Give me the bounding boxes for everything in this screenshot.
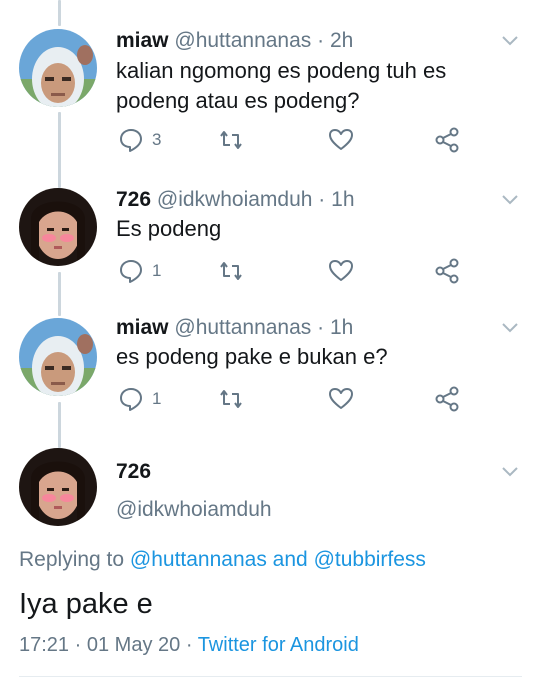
separator: · xyxy=(317,29,325,52)
tweet-text: kalian ngomong es podeng tuh es podeng a… xyxy=(116,58,447,113)
separator: · xyxy=(318,188,326,211)
retweet-icon xyxy=(218,258,244,284)
reply-count: 1 xyxy=(152,261,162,280)
tweet-time[interactable]: 17:21 xyxy=(19,634,69,656)
retweet-icon xyxy=(218,127,244,153)
timestamp[interactable]: 1h xyxy=(330,316,353,339)
retweet-icon xyxy=(218,386,244,412)
reply-icon xyxy=(118,258,144,284)
tweet-text: Iya pake e xyxy=(19,588,153,620)
timestamp[interactable]: 1h xyxy=(331,188,354,211)
reply-button[interactable]: 1 xyxy=(118,384,161,414)
like-button[interactable] xyxy=(328,384,354,414)
client-link[interactable]: Twitter for Android xyxy=(198,634,359,656)
tweet[interactable]: miaw @huttannanas · 1h es podeng pake e … xyxy=(0,300,541,440)
username[interactable]: @idkwhoiamduh xyxy=(157,188,313,211)
heart-icon xyxy=(328,386,354,412)
reply-icon xyxy=(118,127,144,153)
timestamp[interactable]: 2h xyxy=(330,29,353,52)
tweet-header: miaw @huttannanas · 1h xyxy=(116,316,353,340)
replying-to: Replying to @huttannanas and @tubbirfess xyxy=(19,548,426,572)
chevron-down-icon[interactable] xyxy=(499,188,521,210)
divider xyxy=(19,676,522,677)
chevron-down-icon[interactable] xyxy=(499,29,521,51)
reply-icon xyxy=(118,386,144,412)
tweet-date[interactable]: 01 May 20 xyxy=(87,634,180,656)
replying-prefix: Replying to xyxy=(19,548,125,571)
display-name[interactable]: 726 xyxy=(116,188,151,211)
username[interactable]: @huttannanas xyxy=(174,316,311,339)
reply-count: 3 xyxy=(152,130,162,149)
retweet-button[interactable] xyxy=(218,384,244,414)
heart-icon xyxy=(328,258,354,284)
share-icon xyxy=(434,386,460,412)
retweet-button[interactable] xyxy=(218,256,244,286)
tweet-header: miaw @huttannanas · 2h xyxy=(116,29,353,53)
tweet[interactable]: 726 @idkwhoiamduh · 1h Es podeng 1 xyxy=(0,160,541,300)
retweet-button[interactable] xyxy=(218,125,244,155)
avatar[interactable] xyxy=(19,188,97,266)
like-button[interactable] xyxy=(328,125,354,155)
avatar[interactable] xyxy=(19,318,97,396)
display-name[interactable]: miaw xyxy=(116,316,169,339)
separator: · xyxy=(317,316,325,339)
action-bar: 3 xyxy=(116,125,476,155)
heart-icon xyxy=(328,127,354,153)
username[interactable]: @idkwhoiamduh xyxy=(116,498,272,522)
tweet-text: es podeng pake e bukan e? xyxy=(116,344,388,369)
share-button[interactable] xyxy=(434,384,460,414)
action-bar: 1 xyxy=(116,384,476,414)
share-icon xyxy=(434,258,460,284)
display-name[interactable]: 726 xyxy=(116,460,151,484)
avatar[interactable] xyxy=(19,448,97,526)
chevron-down-icon[interactable] xyxy=(499,316,521,338)
mention-link[interactable]: @huttannanas xyxy=(130,548,267,571)
chevron-down-icon[interactable] xyxy=(499,460,521,482)
avatar[interactable] xyxy=(19,29,97,107)
tweet-header: 726 @idkwhoiamduh · 1h xyxy=(116,188,355,212)
display-name[interactable]: miaw xyxy=(116,29,169,52)
reply-count: 1 xyxy=(152,389,162,408)
username[interactable]: @huttannanas xyxy=(174,29,311,52)
tweet[interactable]: miaw @huttannanas · 2h kalian ngomong es… xyxy=(0,0,541,160)
mention-link[interactable]: @tubbirfess xyxy=(314,548,426,571)
tweet-meta: 17:21 · 01 May 20 · Twitter for Android xyxy=(19,634,359,657)
share-icon xyxy=(434,127,460,153)
action-bar: 1 xyxy=(116,256,476,286)
separator: · xyxy=(185,634,193,656)
like-button[interactable] xyxy=(328,256,354,286)
reply-button[interactable]: 3 xyxy=(118,125,161,155)
tweet-text: Es podeng xyxy=(116,216,222,241)
reply-button[interactable]: 1 xyxy=(118,256,161,286)
share-button[interactable] xyxy=(434,256,460,286)
share-button[interactable] xyxy=(434,125,460,155)
mention-and[interactable]: and xyxy=(273,548,308,571)
separator: · xyxy=(74,634,82,656)
